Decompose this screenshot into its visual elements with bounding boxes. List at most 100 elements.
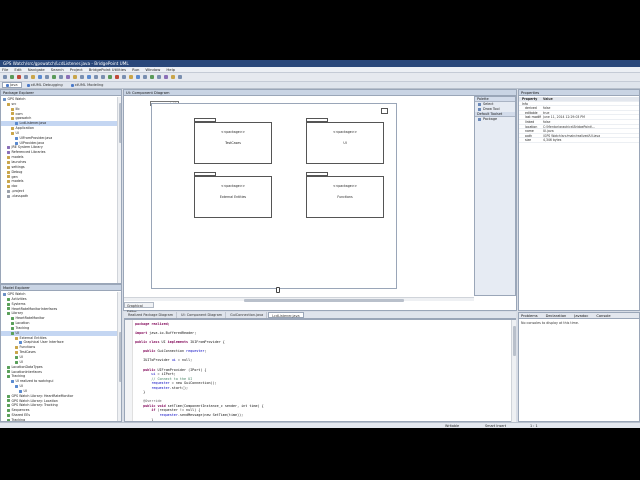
property-key: location (525, 124, 538, 129)
code-line: @Override (135, 399, 162, 404)
toolbar-button-icon[interactable] (66, 75, 70, 79)
tree-item-icon (3, 97, 6, 101)
toolbar-button-icon[interactable] (178, 75, 182, 79)
property-value: true (543, 110, 550, 115)
tree-item-icon (11, 107, 14, 111)
menu-item-file[interactable]: File (2, 67, 8, 72)
tree-item-icon (15, 360, 18, 364)
menu-item-navigate[interactable]: Navigate (28, 67, 45, 72)
column-header: Value (543, 97, 553, 101)
toolbar-button-icon[interactable] (143, 75, 147, 79)
console-tab-javadoc[interactable]: Javadoc (574, 314, 588, 318)
toolbar-button-icon[interactable] (80, 75, 84, 79)
toolbar-button-icon[interactable] (157, 75, 161, 79)
tree-item[interactable]: .classpath (1, 194, 117, 199)
toolbar-button-icon[interactable] (122, 75, 126, 79)
tree-item-icon (3, 292, 6, 296)
perspective-xtuml-modeling[interactable]: xtUML Modeling (68, 82, 107, 88)
code-vscrollbar[interactable] (511, 320, 516, 422)
package-testcases[interactable]: <<package>> TestCases (194, 118, 272, 164)
toolbar-button-icon[interactable] (129, 75, 133, 79)
tree-item-icon (7, 370, 10, 374)
tree-item-icon (7, 180, 10, 184)
menu-item-run[interactable]: Run (132, 67, 139, 72)
palette-item-package[interactable]: Package (475, 117, 515, 122)
properties-tab[interactable]: Properties (519, 90, 639, 96)
toolbar-button-icon[interactable] (94, 75, 98, 79)
perspective-xtuml-debugging[interactable]: xtUML Debugging (24, 82, 66, 88)
perspective-label: Java (10, 83, 18, 87)
editor-tab[interactable]: UI: Component Diagram (178, 312, 227, 318)
toolbar-button-icon[interactable] (115, 75, 119, 79)
package-explorer-tab[interactable]: Package Explorer (1, 90, 121, 96)
package-stereotype: <<package>> (332, 130, 358, 134)
tree-item-icon (7, 399, 10, 403)
console-message: No consoles to display at this time. (521, 321, 579, 325)
package-stereotype: <<package>> (220, 130, 246, 134)
graphical-editor-tab[interactable]: Graphical Editor (124, 302, 154, 314)
status-insert-mode: Smart Insert (485, 424, 507, 428)
resize-handle-icon[interactable] (276, 287, 280, 293)
toolbar-button-icon[interactable] (101, 75, 105, 79)
perspective-java[interactable]: Java (2, 82, 22, 88)
toolbar-button-icon[interactable] (136, 75, 140, 79)
diagram-editor-tab[interactable]: UI: Component Diagram (124, 90, 516, 96)
diagram-canvas[interactable]: <<package>> TestCases <<package>> UI <<packa… (151, 103, 397, 289)
column-header: Property (522, 97, 538, 101)
package-explorer-scrollbar[interactable] (117, 97, 121, 283)
menu-item-window[interactable]: Window (145, 67, 160, 72)
perspective-icon (26, 83, 30, 87)
toolbar-button-icon[interactable] (52, 75, 56, 79)
model-explorer-scrollbar[interactable] (117, 292, 121, 421)
console-tab-declaration[interactable]: Declaration (546, 314, 567, 318)
toolbar-button-icon[interactable] (45, 75, 49, 79)
property-key: path (525, 133, 533, 138)
diagram-hscrollbar[interactable] (124, 297, 474, 302)
code-line: } (135, 390, 146, 395)
toolbar-button-icon[interactable] (38, 75, 42, 79)
editor-tab[interactable]: LcdListener.java (268, 312, 304, 318)
menu-item-search[interactable]: Search (51, 67, 64, 72)
package-ui[interactable]: <<package>> UI (306, 118, 384, 164)
menu-item-project[interactable]: Project (70, 67, 83, 72)
toolbar-button-icon[interactable] (10, 75, 14, 79)
tree-item-icon (7, 414, 10, 418)
property-row[interactable]: size 4,346 bytes (519, 138, 639, 143)
palette: Palette Select Draw Tool Default Toolset Pac… (474, 96, 516, 296)
toolbar-button-icon[interactable] (87, 75, 91, 79)
tree-item[interactable]: Tracking (1, 418, 117, 421)
editor-tab[interactable]: GuiConnection.java (227, 312, 268, 318)
package-external-entities[interactable]: <<package>> External Entities (194, 172, 272, 218)
toolbar-button-icon[interactable] (3, 75, 7, 79)
code-editor[interactable]: package realized; import java.io.Buffered… (124, 319, 516, 422)
toolbar-button-icon[interactable] (59, 75, 63, 79)
toolbar-button-icon[interactable] (171, 75, 175, 79)
package-name: Functions (337, 195, 353, 199)
menu-item-help[interactable]: Help (166, 67, 175, 72)
package-functions[interactable]: <<package>> Functions (306, 172, 384, 218)
code-line: import java.io.BufferedReader; (135, 331, 197, 336)
window-title: GPS Watch/src/gpswatch/LcdListener.java … (0, 60, 640, 67)
property-value: C:\Mentor\graphics\BridgePoint\... (543, 124, 596, 129)
console-tab-problems[interactable]: Problems (521, 314, 538, 318)
toolbar-button-icon[interactable] (164, 75, 168, 79)
model-explorer-tab[interactable]: Model Explorer (1, 285, 121, 291)
console-tab-console[interactable]: Console (596, 314, 610, 318)
tree-item-icon (7, 394, 10, 398)
property-value: false (543, 119, 551, 124)
package-stereotype: <<package>> (220, 184, 246, 188)
menu-item-bridgepoint-utilities[interactable]: BridgePoint Utilities (89, 67, 126, 72)
status-writable: Writable (445, 424, 460, 428)
toolbar-button-icon[interactable] (31, 75, 35, 79)
toolbar-button-icon[interactable] (73, 75, 77, 79)
toolbar-button-icon[interactable] (150, 75, 154, 79)
toolbar-button-icon[interactable] (24, 75, 28, 79)
toolbar-button-icon[interactable] (108, 75, 112, 79)
perspective-label: xtUML Debugging (30, 83, 63, 87)
palette-tool-draw-tool[interactable]: Draw Tool (475, 107, 515, 112)
code-line: // Connect to the UI (135, 376, 193, 381)
menu-item-edit[interactable]: Edit (14, 67, 21, 72)
toolbar-button-icon[interactable] (17, 75, 21, 79)
editor-tab[interactable]: Realized Package Diagram (125, 312, 178, 318)
package-explorer-tree: GPS Watch src lib com gpswatch LcdListener.ja… (1, 97, 117, 283)
